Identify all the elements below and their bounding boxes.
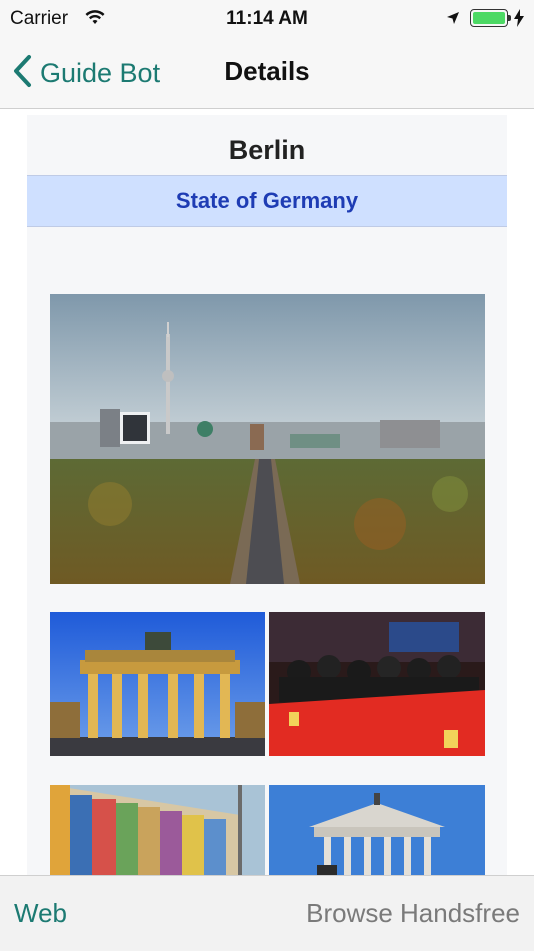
brandenburg-gate-photo[interactable] xyxy=(50,612,265,756)
location-arrow-icon xyxy=(446,11,460,30)
berlin-wall-art-photo[interactable] xyxy=(50,785,265,875)
berlin-skyline-photo[interactable] xyxy=(50,294,485,584)
state-label: State of Germany xyxy=(175,188,359,213)
battery-icon xyxy=(470,9,508,27)
state-bar: State of Germany xyxy=(27,175,507,227)
page-title: Details xyxy=(224,56,310,86)
bottom-toolbar: Web Browse Handsfree xyxy=(0,875,534,951)
detail-scroll-view[interactable]: Berlin State of Germany xyxy=(0,109,534,875)
charging-bolt-icon xyxy=(514,9,524,32)
detail-card: Berlin State of Germany xyxy=(27,115,507,875)
city-title: Berlin xyxy=(228,135,306,165)
navigation-bar: Guide Bot Details xyxy=(0,38,534,109)
berlinale-crowd-photo[interactable] xyxy=(269,612,485,756)
status-bar: Carrier 11:14 AM xyxy=(0,0,534,38)
web-button[interactable]: Web xyxy=(14,898,67,929)
browse-handsfree-button[interactable]: Browse Handsfree xyxy=(306,898,520,929)
alte-nationalgalerie-photo[interactable] xyxy=(269,785,485,875)
